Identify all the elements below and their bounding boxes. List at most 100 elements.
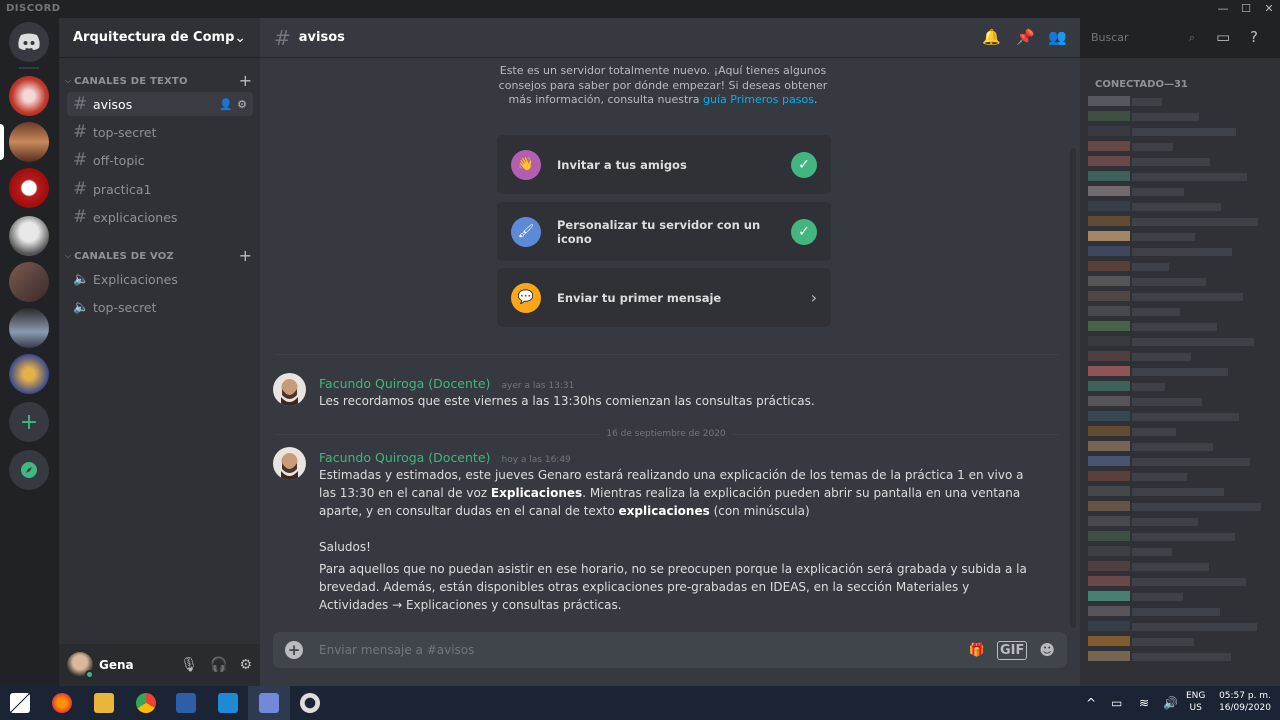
member-name-blurred (1132, 353, 1191, 361)
channel-avisos[interactable]: # avisos 👤 ⚙ (67, 92, 253, 116)
message-text: Para aquellos que no puedan asistir en e… (319, 562, 1027, 612)
card-first-message[interactable]: 💬 Enviar tu primer mensaje › (497, 268, 831, 327)
member-list: CONECTADO—31 (1080, 58, 1280, 686)
powershell-icon[interactable] (176, 693, 196, 713)
headphones-icon[interactable]: 🎧 (210, 657, 227, 673)
member-avatar (1088, 336, 1130, 346)
wifi-icon[interactable]: ≋ (1139, 696, 1149, 710)
member-avatar (1088, 636, 1130, 646)
home-button[interactable] (9, 22, 49, 62)
hash-icon: # (73, 179, 88, 199)
obs-icon[interactable] (300, 693, 320, 713)
guild-name: Arquitectura de Computa... (73, 30, 235, 45)
message-author[interactable]: Facundo Quiroga (Docente) (319, 376, 490, 391)
discord-taskbar-icon[interactable] (259, 693, 279, 713)
getting-started-link[interactable]: guía Primeros pasos (703, 93, 814, 106)
search-input[interactable]: Buscar ⌕ (1085, 28, 1201, 48)
gift-icon[interactable]: 🎁 (969, 643, 985, 658)
add-server-button[interactable]: + (9, 402, 49, 442)
member-name-blurred (1132, 578, 1246, 586)
scrollbar[interactable] (1070, 148, 1076, 628)
pin-icon[interactable]: 📌 (1016, 28, 1035, 46)
member-avatar (1088, 111, 1130, 121)
server-icon-5[interactable] (9, 262, 49, 302)
bell-icon[interactable]: 🔔 (982, 28, 1001, 46)
gear-icon[interactable]: ⚙ (237, 98, 247, 111)
server-icon-2[interactable] (9, 122, 49, 162)
avatar[interactable] (273, 447, 306, 480)
vscode-icon[interactable] (218, 693, 238, 713)
channel-title: avisos (298, 30, 345, 45)
clock[interactable]: 05:57 p. m. 16/09/2020 (1216, 690, 1274, 714)
message-composer[interactable]: + Enviar mensaje a #avisos 🎁 GIF ☻ (273, 632, 1067, 668)
server-icon-6[interactable] (9, 308, 49, 348)
invite-icon[interactable]: 👤 (219, 98, 233, 111)
member-avatar (1088, 366, 1130, 376)
category-text-channels[interactable]: ⌵ CANALES DE TEXTO + (59, 73, 260, 89)
channel-explicaciones[interactable]: # explicaciones (67, 205, 253, 229)
channel-top-secret[interactable]: # top-secret (67, 120, 253, 144)
voice-channel-explicaciones[interactable]: 🔈 Explicaciones (67, 267, 253, 291)
category-voice-channels[interactable]: ⌵ CANALES DE VOZ + (59, 248, 260, 264)
chat-area: # avisos 🔔 📌 👥 Buscar ⌕ Este es un servi… (260, 18, 1201, 686)
volume-icon[interactable]: 🔊 (1163, 696, 1178, 710)
chevron-down-icon: ⌵ (65, 251, 72, 260)
battery-icon[interactable]: ▭ (1111, 696, 1122, 710)
card-customize-server[interactable]: 🖌 Personalizar tu servidor con un icono … (497, 202, 831, 261)
windows-taskbar: ^ ▭ ≋ 🔊 ENG US 05:57 p. m. 16/09/2020 (0, 686, 1280, 720)
card-invite-friends[interactable]: 👋 Invitar a tus amigos ✓ (497, 135, 831, 194)
channel-off-topic[interactable]: # off-topic (67, 148, 253, 172)
chrome-icon[interactable] (136, 693, 156, 713)
windows-start-icon[interactable] (10, 693, 30, 713)
server-icon-3[interactable] (9, 168, 49, 208)
explore-servers-button[interactable] (9, 450, 49, 490)
microphone-icon[interactable]: 🎙 (180, 657, 198, 673)
search-icon: ⌕ (1188, 31, 1195, 44)
minimize-button[interactable]: — (1212, 1, 1234, 17)
member-list-header: CONECTADO—31 (1095, 79, 1188, 90)
member-name-blurred (1132, 413, 1239, 421)
member-avatar (1088, 396, 1130, 406)
chevron-down-icon: ⌄ (234, 29, 246, 46)
firefox-icon[interactable] (52, 693, 72, 713)
message-input[interactable]: Enviar mensaje a #avisos (319, 643, 957, 657)
avatar[interactable] (67, 652, 94, 679)
gif-button[interactable]: GIF (996, 640, 1028, 660)
member-avatar (1088, 411, 1130, 421)
inbox-icon[interactable]: ▭ (1216, 28, 1230, 46)
server-icon-1[interactable] (9, 76, 49, 116)
chevron-up-icon[interactable]: ^ (1086, 696, 1096, 710)
server-icon-7[interactable] (9, 354, 49, 394)
file-explorer-icon[interactable] (94, 693, 114, 713)
member-name-blurred (1132, 398, 1202, 406)
upload-plus-icon[interactable]: + (285, 641, 303, 659)
members-icon[interactable]: 👥 (1048, 28, 1067, 46)
emoji-icon[interactable]: ☻ (1039, 641, 1055, 659)
maximize-button[interactable]: ☐ (1235, 1, 1257, 17)
guild-header[interactable]: Arquitectura de Computa... ⌄ (59, 18, 260, 58)
member-name-blurred (1132, 548, 1172, 556)
chevron-right-icon: › (810, 288, 817, 307)
add-channel-icon[interactable]: + (239, 73, 252, 89)
member-name-blurred (1132, 98, 1162, 106)
message-author[interactable]: Facundo Quiroga (Docente) (319, 450, 490, 465)
gear-icon[interactable]: ⚙ (239, 657, 252, 673)
member-avatar (1088, 156, 1130, 166)
add-channel-icon[interactable]: + (239, 248, 252, 264)
server-icon-4[interactable] (9, 216, 49, 256)
help-icon[interactable]: ? (1250, 28, 1258, 46)
chevron-down-icon: ⌵ (65, 76, 72, 85)
paintbrush-icon: 🖌 (511, 216, 541, 247)
member-avatar (1088, 606, 1130, 616)
member-name-blurred (1132, 278, 1206, 286)
avatar[interactable] (273, 373, 306, 406)
channel-practica1[interactable]: # practica1 (67, 177, 253, 201)
voice-channel-top-secret[interactable]: 🔈 top-secret (67, 295, 253, 319)
message-1: Facundo Quiroga (Docente) ayer a las 13:… (273, 373, 1033, 410)
server-rail: + (0, 18, 59, 686)
card-label: Invitar a tus amigos (557, 157, 687, 172)
member-name-blurred (1132, 323, 1217, 331)
member-avatar (1088, 186, 1130, 196)
language-indicator[interactable]: ENG US (1186, 690, 1205, 714)
close-button[interactable]: ✕ (1258, 1, 1280, 17)
